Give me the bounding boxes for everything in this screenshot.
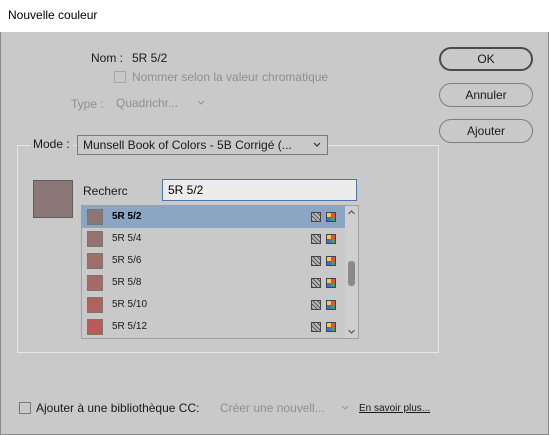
swatch-color-chip <box>87 209 103 225</box>
swatch-list-item[interactable]: 5R 5/4 <box>82 228 345 250</box>
mode-dropdown-value: Munsell Book of Colors - 5B Corrigé (... <box>83 138 292 152</box>
type-label: Type : <box>71 97 104 111</box>
cmyk-mode-icon <box>326 234 336 244</box>
search-input[interactable] <box>162 179 357 201</box>
chevron-down-icon <box>313 142 321 147</box>
swatch-list-item[interactable]: 5R 5/10 <box>82 294 345 316</box>
chroma-name-label: Nommer selon la valeur chromatique <box>132 70 329 84</box>
swatch-name: 5R 5/12 <box>112 321 148 332</box>
type-dropdown[interactable]: Quadrichr... <box>111 94 211 114</box>
swatch-list[interactable]: 5R 5/2 5R 5/4 5R 5/6 5R 5/8 5R 5/10 5R 5/12 <box>81 205 359 339</box>
scroll-up-icon[interactable] <box>347 208 356 217</box>
swatch-list-item[interactable]: 5R 5/2 <box>82 206 345 228</box>
out-of-gamut-icon <box>311 322 321 332</box>
out-of-gamut-icon <box>311 212 321 222</box>
mode-dropdown[interactable]: Munsell Book of Colors - 5B Corrigé (... <box>77 135 328 155</box>
swatch-color-chip <box>87 297 103 313</box>
chevron-down-icon <box>341 405 349 410</box>
name-value: 5R 5/2 <box>132 51 168 65</box>
new-color-dialog: Nom : 5R 5/2 Nommer selon la valeur chro… <box>0 32 549 435</box>
title-bar: Nouvelle couleur <box>0 0 549 32</box>
swatch-color-chip <box>87 231 103 247</box>
swatch-color-chip <box>87 275 103 291</box>
mode-label: Mode : <box>30 137 73 151</box>
color-preview-swatch <box>33 180 73 218</box>
swatch-color-chip <box>87 253 103 269</box>
type-dropdown-value: Quadrichr... <box>116 96 179 110</box>
swatch-name: 5R 5/10 <box>112 299 148 310</box>
out-of-gamut-icon <box>311 256 321 266</box>
scrollbar-thumb[interactable] <box>348 261 355 286</box>
chevron-down-icon <box>197 100 205 105</box>
cmyk-mode-icon <box>326 212 336 222</box>
cmyk-mode-icon <box>326 278 336 288</box>
swatch-color-chip <box>87 319 103 335</box>
add-button[interactable]: Ajouter <box>439 119 533 143</box>
cmyk-mode-icon <box>326 322 336 332</box>
cc-library-dropdown[interactable]: Créer une nouvell... <box>215 399 355 419</box>
swatch-name: 5R 5/8 <box>112 277 142 288</box>
cancel-button[interactable]: Annuler <box>439 83 533 107</box>
swatch-list-item[interactable]: 5R 5/12 <box>82 316 345 338</box>
swatch-name: 5R 5/2 <box>112 211 142 222</box>
cc-library-label: Ajouter à une bibliothèque CC: <box>36 401 200 415</box>
ok-button[interactable]: OK <box>439 47 533 71</box>
scroll-down-icon[interactable] <box>347 327 356 336</box>
cc-library-dropdown-value: Créer une nouvell... <box>220 401 325 415</box>
swatch-name: 5R 5/6 <box>112 255 142 266</box>
search-label: Recherc <box>83 184 128 198</box>
cmyk-mode-icon <box>326 256 336 266</box>
out-of-gamut-icon <box>311 278 321 288</box>
cc-library-checkbox[interactable] <box>19 402 31 414</box>
swatch-list-item[interactable]: 5R 5/6 <box>82 250 345 272</box>
chroma-name-checkbox[interactable] <box>114 71 126 83</box>
name-label: Nom : <box>91 51 124 65</box>
out-of-gamut-icon <box>311 234 321 244</box>
swatch-list-item[interactable]: 5R 5/8 <box>82 272 345 294</box>
window-title: Nouvelle couleur <box>8 8 98 22</box>
list-scrollbar[interactable] <box>345 206 358 338</box>
swatch-name: 5R 5/4 <box>112 233 142 244</box>
learn-more-link[interactable]: En savoir plus... <box>359 403 430 414</box>
out-of-gamut-icon <box>311 300 321 310</box>
cmyk-mode-icon <box>326 300 336 310</box>
